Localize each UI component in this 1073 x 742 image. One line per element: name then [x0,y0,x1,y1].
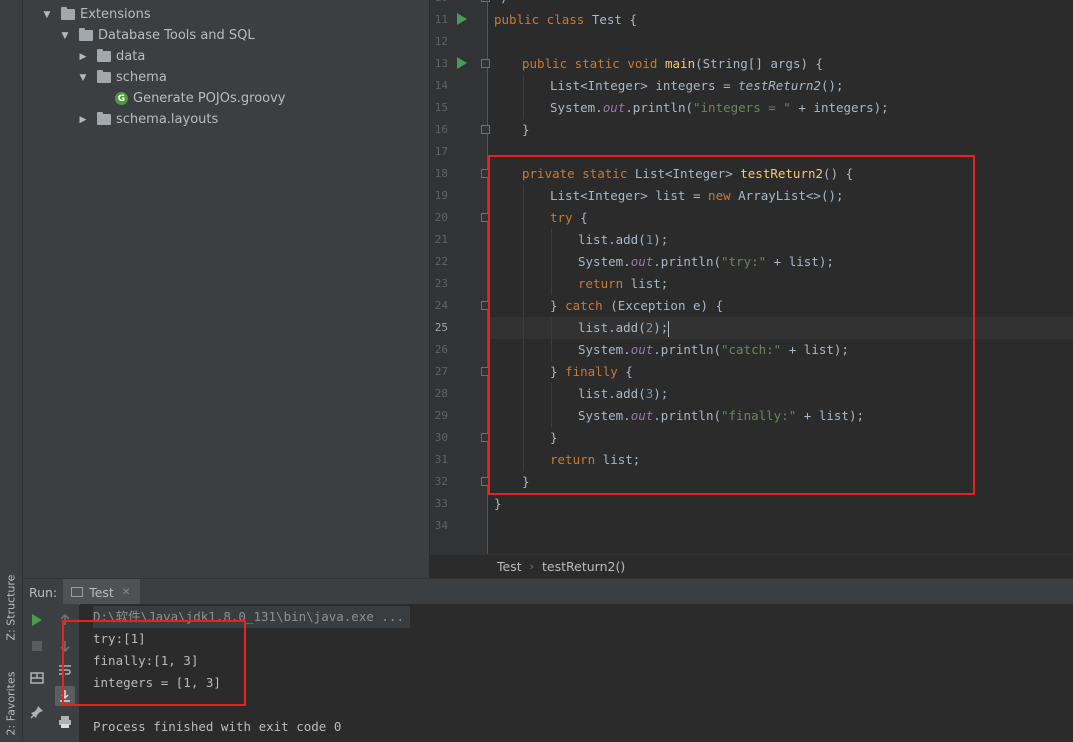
line-number: 29 [434,409,448,422]
favorites-tab-label: 2: Favorites [4,671,18,735]
print-icon[interactable] [57,714,73,730]
run-tab-test[interactable]: Test ✕ [63,579,141,605]
folder-icon [79,28,93,41]
tree-node-label: Database Tools and SQL [98,28,255,43]
folder-icon [97,70,111,83]
code-line: } [494,496,502,511]
folder-icon [97,112,111,125]
line-number: 23 [434,277,448,290]
favorites-tool-tab[interactable]: 2: Favorites [2,664,20,742]
tree-node-label: schema.layouts [116,112,219,127]
console-exit-line: Process finished with exit code 0 [93,719,342,734]
indent-guide [523,75,524,119]
tree-node-label: schema [116,70,167,85]
run-class-icon[interactable] [457,13,467,25]
line-number: 15 [434,101,448,114]
line-number: 21 [434,233,448,246]
breadcrumb-separator-icon: › [529,560,535,573]
line-number: 18 [434,167,448,180]
tree-node-schema[interactable]: ▼ schema [77,67,167,88]
line-number: 13 [434,57,448,70]
code-line: System.out.println("integers = " + integ… [550,100,889,115]
chevron-right-icon[interactable]: ▶ [77,115,89,125]
code-line: } [522,122,530,137]
editor-gutter: 10 11 12 13 14 15 16 17 18 19 20 21 22 2… [430,0,490,554]
left-tool-strip: Z: Structure 2: Favorites [0,0,23,742]
line-number: 20 [434,211,448,224]
run-tab-label: Test [89,584,114,600]
folder-icon [97,49,111,62]
tree-node-extensions[interactable]: ▼ Extensions [41,4,151,25]
line-number: 10 [430,0,448,9]
rerun-icon[interactable] [29,612,45,628]
code-line: public static void main(String[] args) { [522,56,824,71]
chevron-down-icon[interactable]: ▼ [59,31,71,41]
run-main-icon[interactable] [457,57,467,69]
close-icon[interactable]: ✕ [122,587,130,598]
code-line: */ [494,0,509,9]
project-tree-panel: ▼ Extensions ▼ Database Tools and SQL ▶ … [23,0,429,578]
line-number: 33 [434,497,448,510]
line-number: 14 [434,79,448,92]
tree-node-label: Generate POJOs.groovy [133,91,286,106]
structure-tool-tab[interactable]: Z: Structure [2,566,20,648]
annotation-box-code [488,155,975,495]
line-number: 25 [434,321,448,334]
fold-marker-icon[interactable] [481,59,490,68]
breadcrumb: Test › testReturn2() [430,554,1073,578]
line-number: 22 [434,255,448,268]
structure-tab-label: Z: Structure [4,574,18,640]
folder-icon [61,7,75,20]
tree-node-database-tools[interactable]: ▼ Database Tools and SQL [59,25,255,46]
line-number: 34 [434,519,448,532]
breadcrumb-class[interactable]: Test [497,559,522,574]
line-number: 30 [434,431,448,444]
annotation-box-console [62,620,246,706]
code-line: List<Integer> integers = testReturn2(); [550,78,844,93]
line-number: 31 [434,453,448,466]
line-number: 19 [434,189,448,202]
line-number: 24 [434,299,448,312]
run-panel-label: Run: [29,584,58,600]
chevron-down-icon[interactable]: ▼ [77,73,89,83]
line-number: 32 [434,475,448,488]
fold-marker-icon[interactable] [481,0,490,2]
line-number: 26 [434,343,448,356]
line-number: 17 [434,145,448,158]
pin-icon[interactable] [29,704,45,720]
stop-icon[interactable] [29,638,45,654]
line-number: 11 [434,13,448,26]
groovy-file-icon: G [115,92,128,105]
line-number: 12 [434,35,448,48]
chevron-down-icon[interactable]: ▼ [41,10,53,20]
code-line: public class Test { [494,12,637,27]
tree-node-data[interactable]: ▶ data [77,46,145,67]
tree-node-label: data [116,49,146,64]
chevron-right-icon[interactable]: ▶ [77,52,89,62]
line-number: 28 [434,387,448,400]
run-panel-header: Run: Test ✕ [23,578,1073,605]
line-number: 27 [434,365,448,378]
line-number: 16 [434,123,448,136]
tree-node-label: Extensions [80,7,151,22]
fold-marker-icon[interactable] [481,125,490,134]
tree-node-generate-pojos[interactable]: G Generate POJOs.groovy [115,88,286,109]
run-config-icon [71,587,84,597]
tree-node-schema-layouts[interactable]: ▶ schema.layouts [77,109,218,130]
layout-icon[interactable] [29,670,45,686]
breadcrumb-method[interactable]: testReturn2() [542,559,625,574]
